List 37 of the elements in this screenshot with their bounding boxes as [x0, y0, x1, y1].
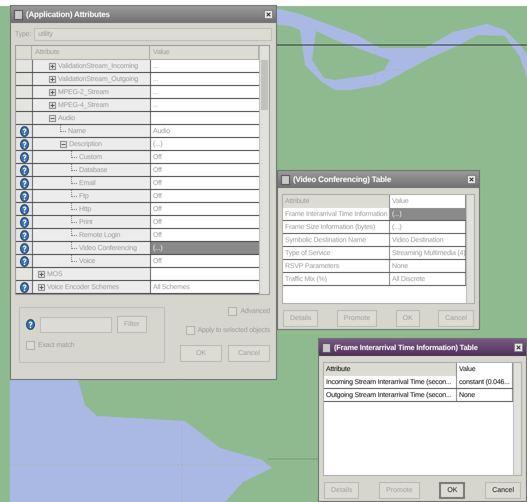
help-icon[interactable] — [20, 282, 28, 292]
help-icon[interactable] — [20, 242, 28, 254]
close-icon[interactable] — [264, 10, 273, 19]
window-menu-icon[interactable] — [281, 174, 290, 184]
help-icon[interactable] — [20, 204, 28, 214]
help-icon[interactable] — [26, 319, 35, 330]
help-icon[interactable] — [20, 152, 28, 162]
value-cell[interactable] — [150, 268, 259, 280]
expand-icon[interactable] — [49, 76, 56, 82]
close-icon[interactable] — [467, 175, 476, 184]
collapse-icon[interactable] — [60, 140, 67, 148]
help-icon[interactable] — [20, 164, 28, 176]
checkbox[interactable] — [186, 326, 195, 335]
scrollbar[interactable] — [513, 363, 521, 475]
expand-icon[interactable] — [49, 62, 56, 70]
checkbox[interactable] — [26, 341, 35, 350]
scrollbar[interactable] — [259, 46, 269, 294]
expand-icon[interactable] — [38, 284, 45, 290]
help-icon[interactable] — [20, 216, 28, 228]
expand-icon[interactable] — [49, 102, 56, 108]
help-icon[interactable] — [20, 190, 28, 202]
window-title: (Application) Attributes — [26, 10, 111, 19]
close-icon[interactable] — [514, 343, 523, 352]
window-title: (Video Conferencing) Table — [293, 175, 392, 184]
expand-icon[interactable] — [49, 88, 56, 96]
window-menu-icon[interactable] — [322, 342, 331, 352]
help-icon[interactable] — [20, 230, 28, 240]
help-icon[interactable] — [20, 178, 28, 188]
value-cell[interactable] — [150, 112, 259, 124]
help-icon[interactable] — [20, 138, 28, 150]
window-menu-icon[interactable] — [14, 10, 23, 20]
help-icon[interactable] — [20, 126, 28, 136]
scrollbar[interactable] — [466, 195, 474, 303]
expand-icon[interactable] — [38, 270, 45, 278]
checkbox[interactable] — [228, 307, 238, 316]
collapse-icon[interactable] — [49, 114, 56, 122]
help-icon[interactable] — [20, 256, 28, 266]
